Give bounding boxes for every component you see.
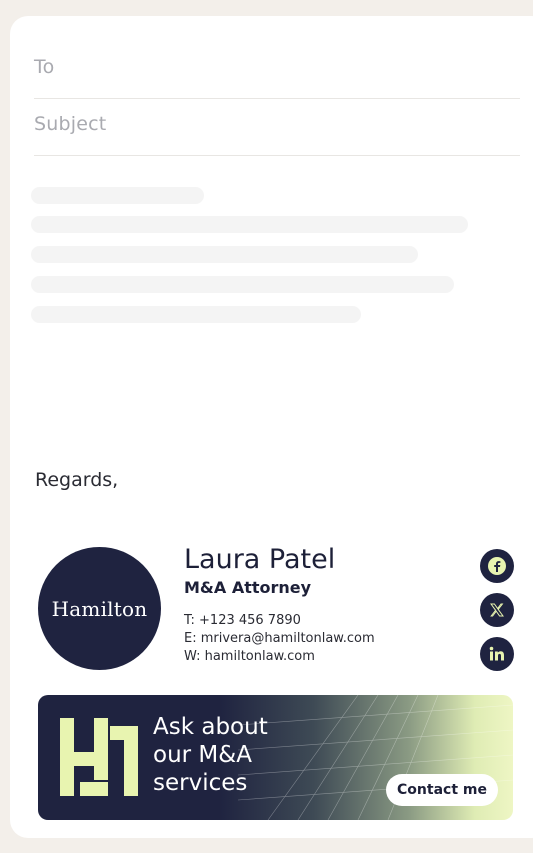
signature-phone: T: +123 456 7890 bbox=[184, 613, 301, 628]
brand-mark-icon bbox=[60, 718, 138, 796]
placeholder-line bbox=[31, 306, 361, 323]
subject-divider bbox=[34, 155, 520, 156]
closing-text: Regards, bbox=[35, 469, 119, 491]
banner-headline-line: services bbox=[153, 770, 248, 796]
facebook-icon bbox=[488, 557, 506, 575]
subject-placeholder: Subject bbox=[34, 113, 107, 135]
banner-headline-line: Ask about bbox=[153, 714, 268, 740]
logo-text: Hamilton bbox=[51, 596, 148, 621]
to-field[interactable]: To bbox=[34, 56, 54, 78]
to-divider bbox=[34, 98, 520, 99]
promo-banner[interactable]: Ask about our M&A services Contact me bbox=[38, 695, 513, 820]
placeholder-line bbox=[31, 246, 418, 263]
subject-field[interactable]: Subject bbox=[34, 113, 106, 135]
banner-headline-line: our M&A bbox=[153, 742, 252, 768]
placeholder-line bbox=[31, 276, 454, 293]
to-placeholder: To bbox=[34, 56, 55, 78]
contact-me-button[interactable]: Contact me bbox=[386, 774, 498, 806]
x-link[interactable] bbox=[480, 593, 514, 627]
signature-name: Laura Patel bbox=[184, 544, 336, 575]
linkedin-link[interactable] bbox=[480, 637, 514, 671]
signature-email[interactable]: E: mrivera@hamiltonlaw.com bbox=[184, 631, 375, 646]
banner-headline: Ask about our M&A services bbox=[153, 713, 268, 797]
signature-website[interactable]: W: hamiltonlaw.com bbox=[184, 649, 315, 664]
x-icon bbox=[490, 603, 504, 617]
placeholder-line bbox=[31, 187, 204, 204]
email-compose-card: To Subject Regards, Hamilton Laura Patel… bbox=[10, 16, 533, 838]
company-logo: Hamilton bbox=[38, 547, 161, 670]
signature-title: M&A Attorney bbox=[184, 578, 312, 597]
placeholder-line bbox=[31, 216, 468, 233]
facebook-link[interactable] bbox=[480, 549, 514, 583]
linkedin-icon bbox=[489, 646, 504, 661]
